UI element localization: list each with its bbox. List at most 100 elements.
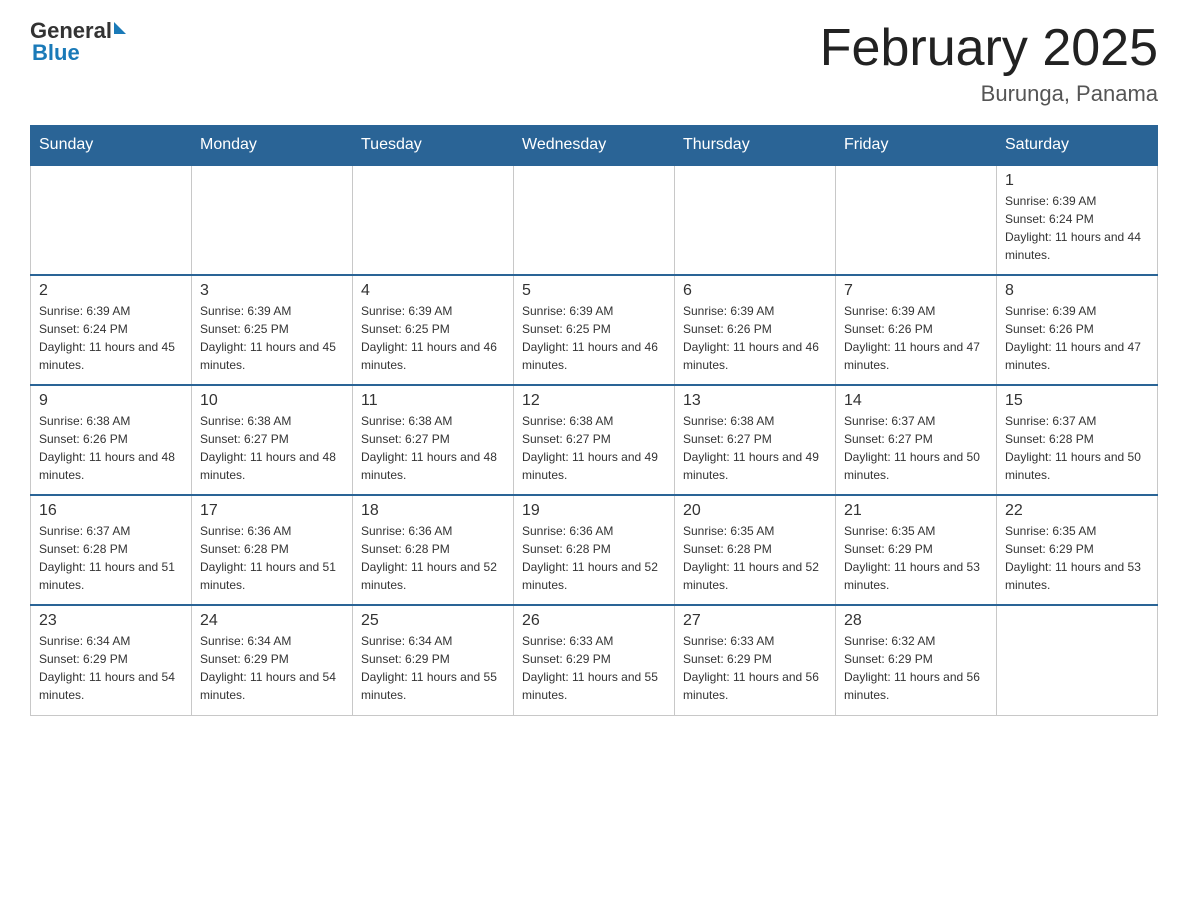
day-info: Sunrise: 6:37 AM Sunset: 6:27 PM Dayligh… [844,412,988,484]
day-info: Sunrise: 6:33 AM Sunset: 6:29 PM Dayligh… [683,632,827,704]
calendar-cell: 10 Sunrise: 6:38 AM Sunset: 6:27 PM Dayli… [192,385,353,495]
logo: General Blue [30,20,126,64]
logo-text-general: General [30,20,112,42]
day-info: Sunrise: 6:38 AM Sunset: 6:26 PM Dayligh… [39,412,183,484]
calendar-cell: 11Sunrise: 6:38 AM Sunset: 6:27 PM Dayli… [353,385,514,495]
day-info: Sunrise: 6:39 AM Sunset: 6:25 PM Dayligh… [522,302,666,374]
calendar-cell: 6 Sunrise: 6:39 AM Sunset: 6:26 PM Daylig… [675,275,836,385]
calendar-cell: 15 Sunrise: 6:37 AM Sunset: 6:28 PM Dayli… [997,385,1158,495]
day-number: 17 [200,502,344,520]
day-info: Sunrise: 6:33 AM Sunset: 6:29 PM Dayligh… [522,632,666,704]
day-number: 19 [522,502,666,520]
day-info: Sunrise: 6:38 AM Sunset: 6:27 PM Dayligh… [522,412,666,484]
day-info: Sunrise: 6:34 AM Sunset: 6:29 PM Dayligh… [200,632,344,704]
day-number: 1 [1005,172,1149,190]
day-number: 21 [844,502,988,520]
day-number: 16 [39,502,183,520]
day-info: Sunrise: 6:38 AM Sunset: 6:27 PM Dayligh… [683,412,827,484]
calendar-day-header: Thursday [675,126,836,166]
calendar-cell: 12 Sunrise: 6:38 AM Sunset: 6:27 PM Dayli… [514,385,675,495]
calendar-day-header: Tuesday [353,126,514,166]
calendar-cell: 26Sunrise: 6:33 AM Sunset: 6:29 PM Dayli… [514,605,675,715]
day-info: Sunrise: 6:39 AM Sunset: 6:26 PM Dayligh… [1005,302,1149,374]
day-number: 20 [683,502,827,520]
day-info: Sunrise: 6:39 AM Sunset: 6:26 PM Dayligh… [683,302,827,374]
calendar-week-row: 9 Sunrise: 6:38 AM Sunset: 6:26 PM Daylig… [31,385,1158,495]
calendar-day-header: Sunday [31,126,192,166]
calendar-cell: 23 Sunrise: 6:34 AM Sunset: 6:29 PM Dayli… [31,605,192,715]
calendar-cell: 27 Sunrise: 6:33 AM Sunset: 6:29 PM Dayli… [675,605,836,715]
calendar-cell: 1 Sunrise: 6:39 AM Sunset: 6:24 PM Daylig… [997,165,1158,275]
calendar-cell: 28 Sunrise: 6:32 AM Sunset: 6:29 PM Dayli… [836,605,997,715]
calendar-table: SundayMondayTuesdayWednesdayThursdayFrid… [30,125,1158,716]
logo-arrow-icon [114,22,126,34]
day-number: 13 [683,392,827,410]
calendar-cell: 19 Sunrise: 6:36 AM Sunset: 6:28 PM Dayli… [514,495,675,605]
calendar-cell: 3Sunrise: 6:39 AM Sunset: 6:25 PM Daylig… [192,275,353,385]
calendar-cell: 8 Sunrise: 6:39 AM Sunset: 6:26 PM Daylig… [997,275,1158,385]
day-number: 12 [522,392,666,410]
calendar-cell [192,165,353,275]
day-info: Sunrise: 6:39 AM Sunset: 6:26 PM Dayligh… [844,302,988,374]
day-info: Sunrise: 6:36 AM Sunset: 6:28 PM Dayligh… [522,522,666,594]
calendar-cell: 21Sunrise: 6:35 AM Sunset: 6:29 PM Dayli… [836,495,997,605]
calendar-cell [31,165,192,275]
calendar-week-row: 23 Sunrise: 6:34 AM Sunset: 6:29 PM Dayli… [31,605,1158,715]
calendar-cell: 24 Sunrise: 6:34 AM Sunset: 6:29 PM Dayli… [192,605,353,715]
calendar-header-row: SundayMondayTuesdayWednesdayThursdayFrid… [31,126,1158,166]
calendar-cell: 16 Sunrise: 6:37 AM Sunset: 6:28 PM Dayli… [31,495,192,605]
calendar-cell: 4Sunrise: 6:39 AM Sunset: 6:25 PM Daylig… [353,275,514,385]
calendar-day-header: Monday [192,126,353,166]
day-number: 11 [361,392,505,410]
day-number: 27 [683,612,827,630]
day-info: Sunrise: 6:36 AM Sunset: 6:28 PM Dayligh… [200,522,344,594]
page-title: February 2025 [820,20,1158,77]
calendar-cell: 20Sunrise: 6:35 AM Sunset: 6:28 PM Dayli… [675,495,836,605]
calendar-cell [675,165,836,275]
day-info: Sunrise: 6:34 AM Sunset: 6:29 PM Dayligh… [361,632,505,704]
day-number: 2 [39,282,183,300]
day-number: 14 [844,392,988,410]
page-header: General Blue February 2025 Burunga, Pana… [30,20,1158,107]
calendar-cell: 2Sunrise: 6:39 AM Sunset: 6:24 PM Daylig… [31,275,192,385]
day-info: Sunrise: 6:32 AM Sunset: 6:29 PM Dayligh… [844,632,988,704]
day-number: 18 [361,502,505,520]
title-section: February 2025 Burunga, Panama [820,20,1158,107]
calendar-cell: 25 Sunrise: 6:34 AM Sunset: 6:29 PM Dayli… [353,605,514,715]
day-number: 15 [1005,392,1149,410]
day-info: Sunrise: 6:37 AM Sunset: 6:28 PM Dayligh… [39,522,183,594]
day-number: 25 [361,612,505,630]
day-info: Sunrise: 6:34 AM Sunset: 6:29 PM Dayligh… [39,632,183,704]
calendar-cell: 18 Sunrise: 6:36 AM Sunset: 6:28 PM Dayli… [353,495,514,605]
day-info: Sunrise: 6:36 AM Sunset: 6:28 PM Dayligh… [361,522,505,594]
day-info: Sunrise: 6:35 AM Sunset: 6:29 PM Dayligh… [1005,522,1149,594]
day-number: 24 [200,612,344,630]
calendar-cell: 17 Sunrise: 6:36 AM Sunset: 6:28 PM Dayli… [192,495,353,605]
calendar-cell [836,165,997,275]
day-info: Sunrise: 6:39 AM Sunset: 6:25 PM Dayligh… [200,302,344,374]
calendar-cell: 14 Sunrise: 6:37 AM Sunset: 6:27 PM Dayli… [836,385,997,495]
calendar-cell: 7 Sunrise: 6:39 AM Sunset: 6:26 PM Daylig… [836,275,997,385]
day-number: 28 [844,612,988,630]
day-number: 4 [361,282,505,300]
day-number: 8 [1005,282,1149,300]
calendar-cell: 13 Sunrise: 6:38 AM Sunset: 6:27 PM Dayli… [675,385,836,495]
day-number: 10 [200,392,344,410]
day-number: 9 [39,392,183,410]
calendar-cell: 9 Sunrise: 6:38 AM Sunset: 6:26 PM Daylig… [31,385,192,495]
day-number: 5 [522,282,666,300]
calendar-cell [353,165,514,275]
calendar-cell [514,165,675,275]
calendar-cell [997,605,1158,715]
day-info: Sunrise: 6:39 AM Sunset: 6:24 PM Dayligh… [1005,192,1149,264]
day-info: Sunrise: 6:37 AM Sunset: 6:28 PM Dayligh… [1005,412,1149,484]
day-info: Sunrise: 6:38 AM Sunset: 6:27 PM Dayligh… [200,412,344,484]
logo-text-blue: Blue [32,42,80,64]
day-number: 6 [683,282,827,300]
calendar-week-row: 16 Sunrise: 6:37 AM Sunset: 6:28 PM Dayli… [31,495,1158,605]
day-number: 7 [844,282,988,300]
day-number: 23 [39,612,183,630]
calendar-week-row: 2Sunrise: 6:39 AM Sunset: 6:24 PM Daylig… [31,275,1158,385]
calendar-cell: 22Sunrise: 6:35 AM Sunset: 6:29 PM Dayli… [997,495,1158,605]
calendar-day-header: Saturday [997,126,1158,166]
